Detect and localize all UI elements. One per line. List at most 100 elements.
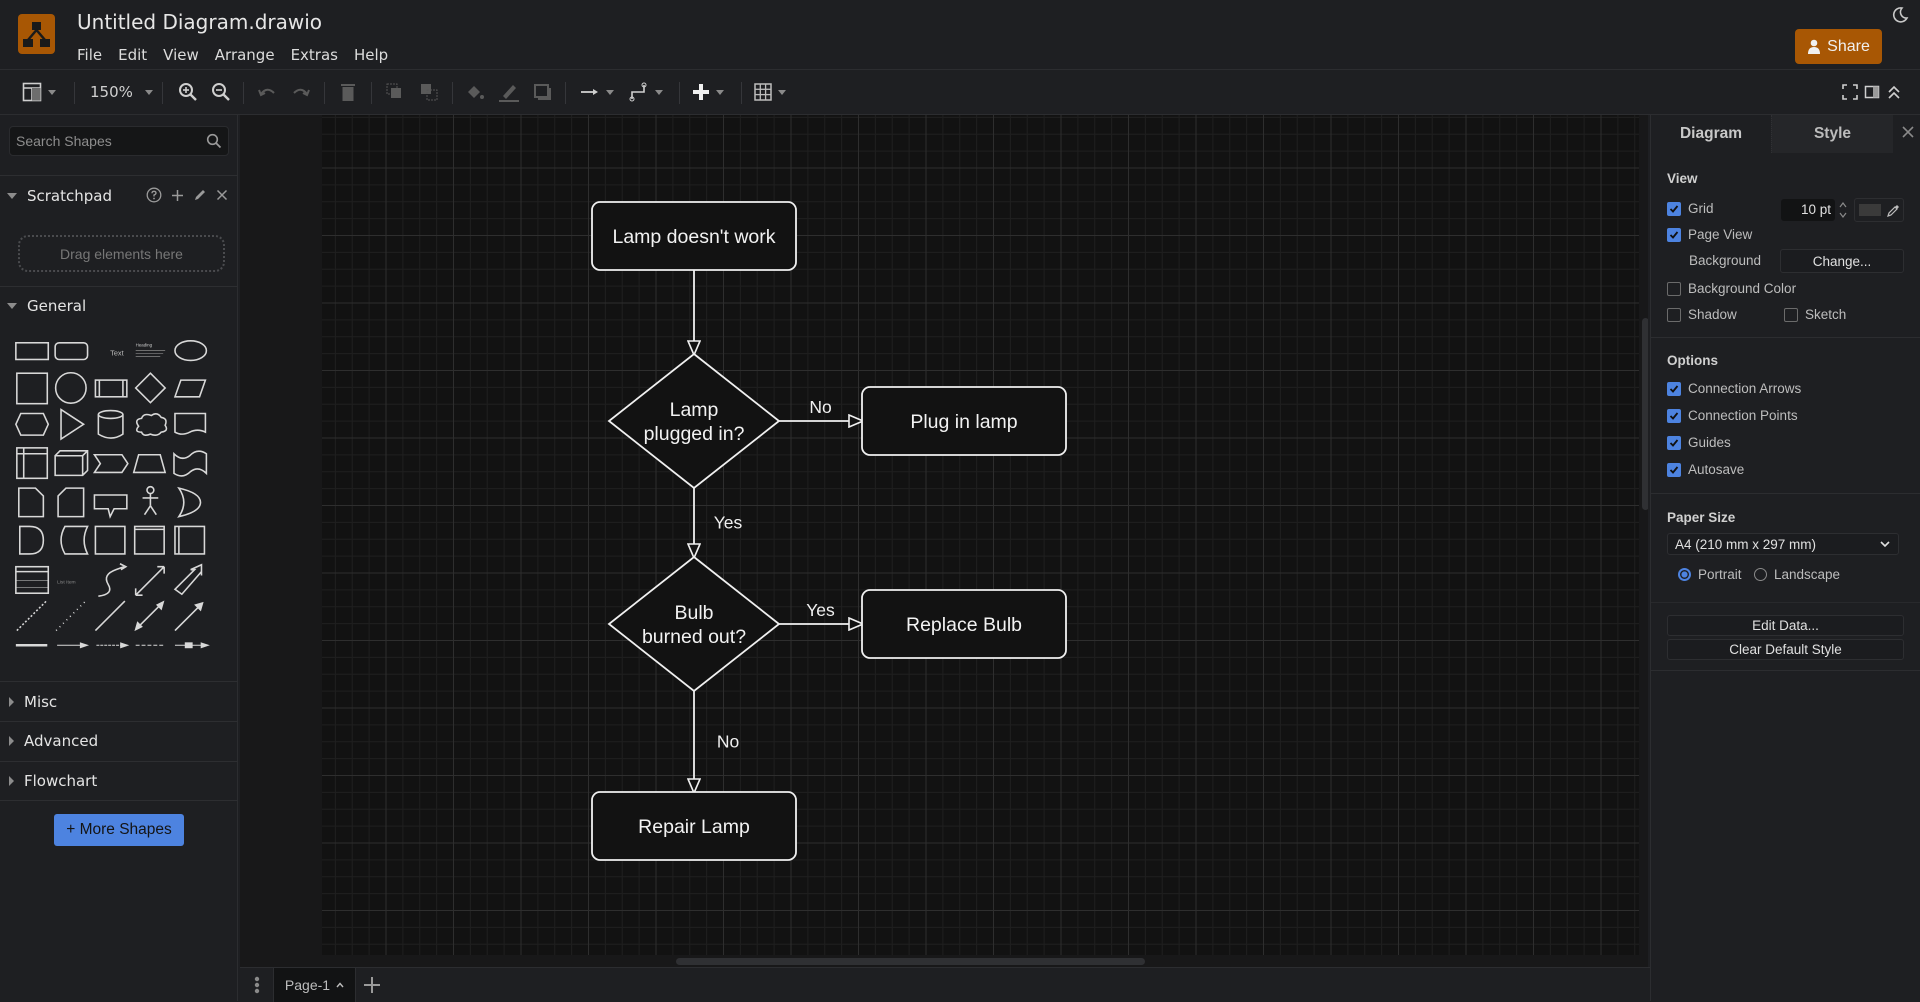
flowchart-header[interactable]: Flowchart xyxy=(0,762,238,800)
paper-size-select[interactable]: A4 (210 mm x 297 mm) xyxy=(1667,533,1899,555)
page-view-option[interactable]: Page View xyxy=(1667,227,1752,242)
shape-circle[interactable] xyxy=(54,371,87,404)
background-color-checkbox[interactable] xyxy=(1667,281,1681,296)
grid-size-stepper[interactable] xyxy=(1837,199,1849,221)
grid-color-picker[interactable] xyxy=(1854,198,1904,222)
table-dropdown[interactable] xyxy=(754,80,786,104)
shape-cube[interactable] xyxy=(54,450,89,477)
tab-diagram[interactable]: Diagram xyxy=(1651,115,1771,153)
shape-directional-connector[interactable] xyxy=(174,601,204,632)
help-icon[interactable] xyxy=(146,187,162,203)
edge-q1-plug[interactable]: No xyxy=(779,397,862,421)
shape-tape[interactable] xyxy=(173,450,208,477)
format-panel-toggle-button[interactable] xyxy=(22,80,56,104)
connection-arrows-checkbox[interactable] xyxy=(1667,381,1681,396)
shape-callout[interactable] xyxy=(93,494,128,519)
shape-rectangle[interactable] xyxy=(15,341,50,361)
shape-trapezoid[interactable] xyxy=(132,453,167,474)
shape-or[interactable] xyxy=(177,486,202,518)
shape-arrow[interactable] xyxy=(173,563,203,596)
shadow-checkbox[interactable] xyxy=(1667,307,1681,322)
shape-rounded-rectangle[interactable] xyxy=(54,341,89,361)
decision-shape[interactable] xyxy=(607,352,781,490)
search-icon[interactable] xyxy=(206,133,222,149)
page-tab-page-1[interactable]: Page-1 xyxy=(274,968,356,1002)
shadow-button[interactable] xyxy=(533,80,553,104)
close-icon[interactable] xyxy=(216,189,228,201)
add-icon[interactable] xyxy=(171,189,184,202)
edge-q2-replace[interactable]: Yes xyxy=(779,600,862,624)
shape-ellipse[interactable] xyxy=(174,340,208,362)
node-q2[interactable]: Bulbburned out? xyxy=(607,555,781,693)
waypoints-dropdown[interactable] xyxy=(629,80,663,104)
diagram-canvas[interactable]: No Yes Yes No Lamp doesn't work Lamp plugged … xyxy=(240,115,1648,967)
menu-help[interactable]: Help xyxy=(346,46,396,64)
sketch-checkbox[interactable] xyxy=(1784,307,1798,322)
search-shapes-input[interactable] xyxy=(16,127,196,155)
shape-list[interactable] xyxy=(15,565,50,595)
edge-q2-repair[interactable]: No xyxy=(694,691,739,792)
format-panel-button[interactable] xyxy=(1864,80,1880,104)
shape-connector-symbol[interactable] xyxy=(174,642,210,649)
grid-option[interactable]: Grid xyxy=(1667,201,1714,216)
shape-dashed-line[interactable] xyxy=(16,600,47,632)
shape-step[interactable] xyxy=(92,453,129,474)
shape-note[interactable] xyxy=(18,487,45,518)
page-view-checkbox[interactable] xyxy=(1667,227,1681,242)
general-header[interactable]: General xyxy=(0,287,238,325)
clear-default-style-button[interactable]: Clear Default Style xyxy=(1667,639,1904,660)
shape-container[interactable] xyxy=(94,525,126,555)
shape-list-item[interactable]: List Item xyxy=(57,579,76,585)
pages-menu-button[interactable] xyxy=(240,968,274,1002)
shape-delay[interactable] xyxy=(19,525,45,555)
shape-vertical-container[interactable] xyxy=(174,525,206,555)
background-color-option[interactable]: Background Color xyxy=(1667,281,1796,296)
to-front-button[interactable] xyxy=(385,80,405,104)
redo-button[interactable] xyxy=(291,80,311,104)
shadow-option[interactable]: Shadow xyxy=(1667,307,1737,322)
shape-connector-label[interactable] xyxy=(96,642,130,649)
shape-cylinder[interactable] xyxy=(97,409,124,439)
chevron-up-icon[interactable] xyxy=(336,982,344,988)
delete-button[interactable] xyxy=(339,80,357,104)
undo-button[interactable] xyxy=(257,80,277,104)
shape-curve[interactable] xyxy=(98,563,128,597)
tab-style[interactable]: Style xyxy=(1771,115,1893,153)
shape-hexagon[interactable] xyxy=(14,412,50,436)
edit-icon[interactable] xyxy=(193,188,207,202)
node-plug[interactable]: Plug in lamp xyxy=(861,386,1067,456)
share-button[interactable]: Share xyxy=(1795,29,1882,64)
shape-bidirectional-arrow[interactable] xyxy=(134,565,165,596)
shape-parallelogram[interactable] xyxy=(173,379,207,398)
menu-view[interactable]: View xyxy=(155,46,207,64)
portrait-radio[interactable] xyxy=(1678,568,1691,581)
shape-dotted-line[interactable] xyxy=(55,600,87,632)
landscape-radio[interactable] xyxy=(1754,568,1767,581)
grid-size-input[interactable]: 10 pt xyxy=(1781,199,1835,221)
node-repair[interactable]: Repair Lamp xyxy=(591,791,797,861)
advanced-header[interactable]: Advanced xyxy=(0,722,238,760)
guides-option[interactable]: Guides xyxy=(1667,435,1731,450)
connection-points-checkbox[interactable] xyxy=(1667,408,1681,423)
zoom-in-button[interactable] xyxy=(178,80,198,104)
shape-line[interactable] xyxy=(94,600,126,632)
shape-triangle[interactable] xyxy=(60,408,86,441)
fill-color-button[interactable] xyxy=(465,80,485,104)
shape-card[interactable] xyxy=(57,487,85,518)
collapse-toolbar-button[interactable] xyxy=(1886,80,1902,104)
shape-process[interactable] xyxy=(94,379,128,398)
misc-header[interactable]: Misc xyxy=(0,683,238,721)
zoom-out-button[interactable] xyxy=(211,80,231,104)
node-start[interactable]: Lamp doesn't work xyxy=(591,201,797,271)
drawio-logo-icon[interactable] xyxy=(18,14,55,54)
menu-extras[interactable]: Extras xyxy=(283,46,346,64)
zoom-dropdown[interactable]: 150% xyxy=(90,80,153,104)
shape-text[interactable]: Text xyxy=(110,349,123,358)
insert-dropdown[interactable] xyxy=(692,80,724,104)
vertical-scrollbar[interactable] xyxy=(1642,318,1648,510)
horizontal-scrollbar[interactable] xyxy=(676,958,1145,965)
to-back-button[interactable] xyxy=(419,80,439,104)
node-q1[interactable]: Lampplugged in? xyxy=(607,352,781,490)
shape-swimlane[interactable] xyxy=(133,525,165,555)
connection-points-option[interactable]: Connection Points xyxy=(1667,408,1798,423)
